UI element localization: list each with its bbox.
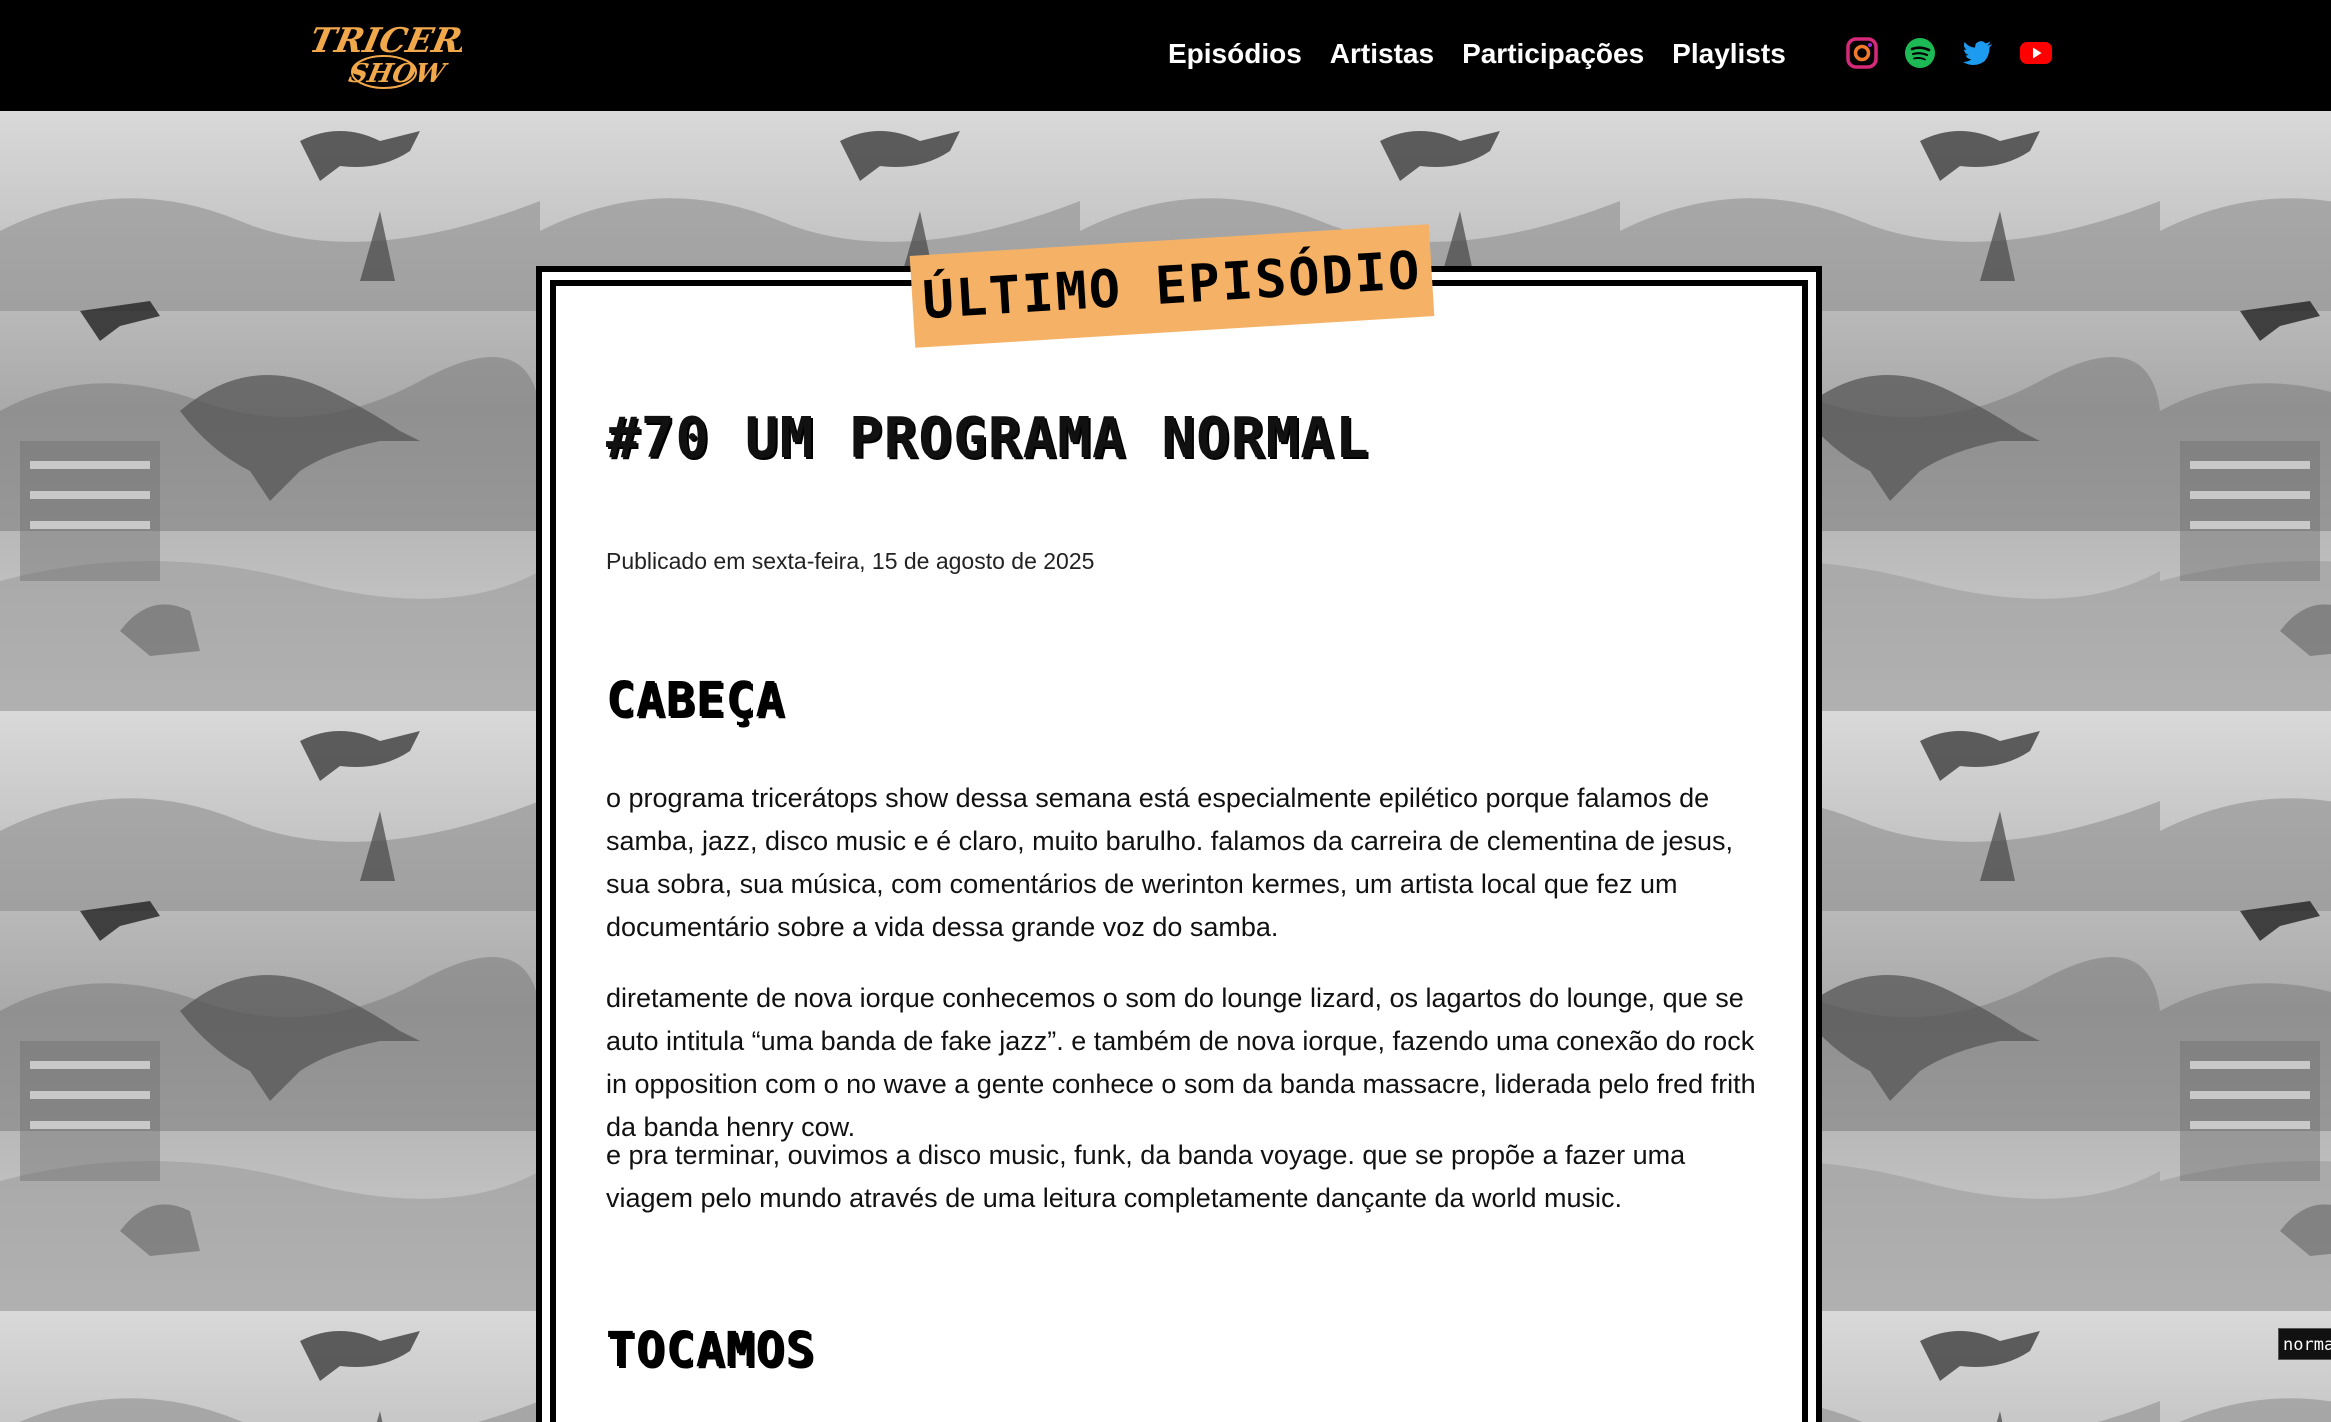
ribbon-label: ÚLTIMO EPISÓDIO — [920, 240, 1424, 332]
nav-artistas[interactable]: Artistas — [1330, 38, 1434, 70]
episode-paragraph: o programa tricerátops show dessa semana… — [606, 783, 1734, 942]
main-nav: Episódios Artistas Participações Playlis… — [1168, 38, 1786, 70]
instagram-icon[interactable] — [1845, 36, 1879, 70]
page: TRICERÁTOPS SHOW Episódios Artistas Part… — [0, 0, 2331, 1422]
section-heading-cabeca: CABEÇA — [606, 672, 786, 728]
youtube-icon[interactable] — [2019, 36, 2053, 70]
episode-paragraph: diretamente de nova iorque conhecemos o … — [606, 983, 1756, 1142]
latest-episode-card: #70 UM PROGRAMA NORMAL Publicado em sext… — [550, 280, 1808, 1422]
social-links — [1845, 36, 2053, 70]
nav-playlists[interactable]: Playlists — [1672, 38, 1786, 70]
published-date: Publicado em sexta-feira, 15 de agosto d… — [606, 548, 1095, 574]
twitter-icon[interactable] — [1961, 36, 1995, 70]
spotify-icon[interactable] — [1903, 36, 1937, 70]
svg-text:TRICERÁTOPS: TRICERÁTOPS — [312, 20, 462, 61]
triceratops-show-logo[interactable]: TRICERÁTOPS SHOW — [312, 14, 462, 94]
episode-paragraph: e pra terminar, ouvimos a disco music, f… — [606, 1140, 1686, 1213]
nav-episodios[interactable]: Episódios — [1168, 38, 1302, 70]
top-navigation-bar: TRICERÁTOPS SHOW Episódios Artistas Part… — [0, 0, 2331, 111]
nav-participacoes[interactable]: Participações — [1462, 38, 1644, 70]
corner-tag[interactable]: norma — [2278, 1328, 2331, 1360]
section-heading-tocamos: TOCAMOS — [606, 1322, 816, 1378]
episode-title[interactable]: #70 UM PROGRAMA NORMAL — [606, 406, 1370, 471]
